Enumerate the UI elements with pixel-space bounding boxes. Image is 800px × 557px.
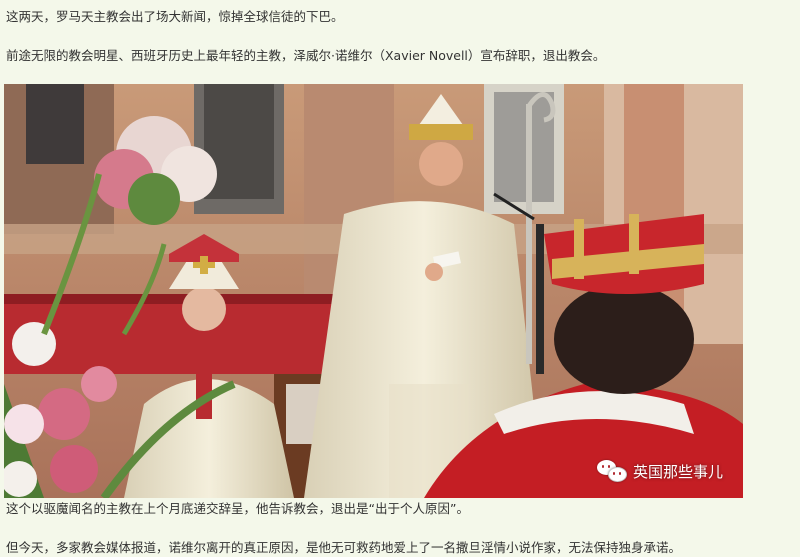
wechat-icon bbox=[596, 460, 627, 482]
article-paragraph: 这两天，罗马天主教会出了场大新闻，惊掉全球信徒的下巴。 bbox=[6, 9, 344, 24]
article-paragraph: 前途无限的教会明星、西班牙历史上最年轻的主教，泽威尔·诺维尔（Xavier No… bbox=[6, 48, 606, 63]
article-page: 这两天，罗马天主教会出了场大新闻，惊掉全球信徒的下巴。 前途无限的教会明星、西班… bbox=[0, 0, 800, 557]
bishop-ceremony-photo bbox=[4, 84, 743, 498]
photo-watermark: 英国那些事儿 bbox=[596, 460, 723, 482]
article-paragraph: 但今天，多家教会媒体报道，诺维尔离开的真正原因，是他无可救药地爱上了一名撒旦淫情… bbox=[6, 540, 682, 555]
article-photo: 英国那些事儿 bbox=[4, 84, 743, 498]
watermark-text: 英国那些事儿 bbox=[632, 462, 723, 481]
article-paragraph: 这个以驱魔闻名的主教在上个月底递交辞呈，他告诉教会，退出是“出于个人原因”。 bbox=[6, 501, 469, 516]
